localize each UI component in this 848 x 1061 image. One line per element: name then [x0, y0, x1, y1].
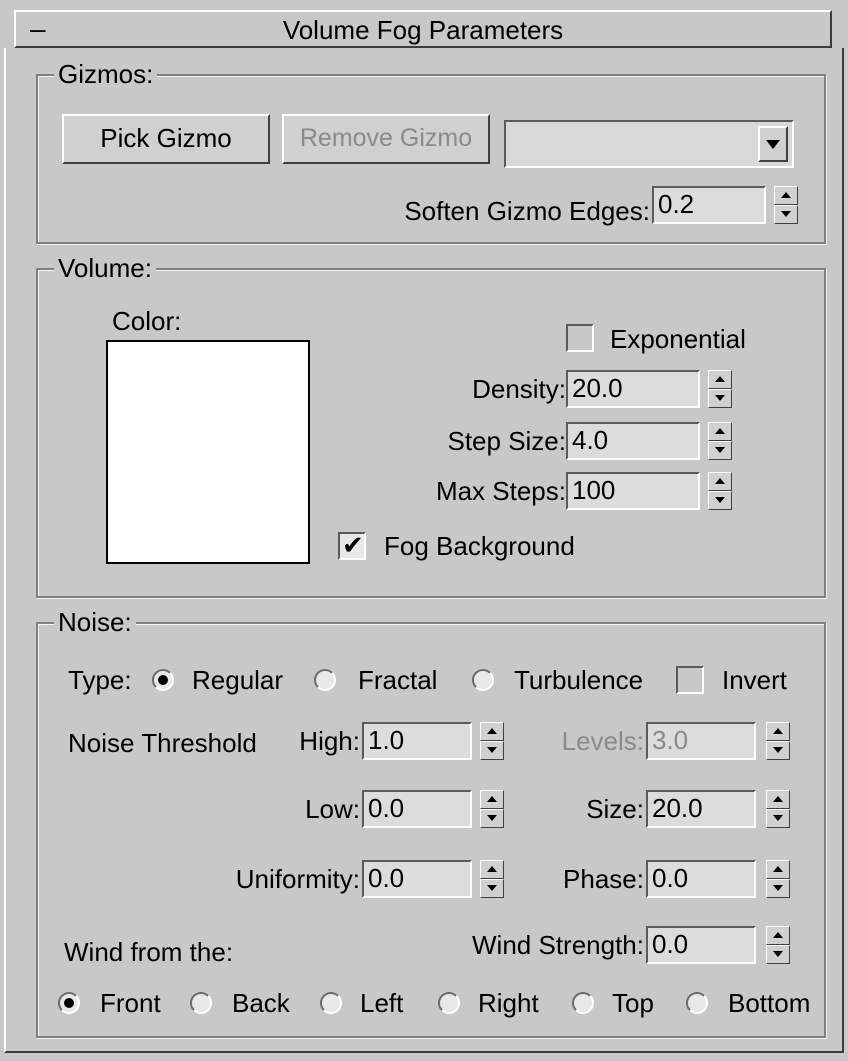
spinner-down-icon[interactable] — [708, 441, 732, 460]
wind-strength-field[interactable]: 0.0 — [646, 926, 756, 964]
spinner-up-icon[interactable] — [480, 722, 504, 741]
spinner-down-icon[interactable] — [708, 389, 732, 408]
wind-bottom-label: Bottom — [728, 988, 811, 1018]
wind-strength-label: Wind Strength: — [472, 930, 644, 960]
noise-type-fractal-label: Fractal — [358, 665, 438, 695]
wind-strength-spinner[interactable] — [766, 926, 790, 964]
wind-right-radio[interactable] — [438, 992, 460, 1014]
remove-gizmo-button[interactable]: Remove Gizmo — [282, 114, 490, 164]
rollout-title: Volume Fog Parameters — [282, 15, 564, 45]
volume-group-label: Volume: — [54, 252, 156, 284]
wind-back-label: Back — [232, 988, 290, 1018]
wind-top-label: Top — [612, 988, 654, 1018]
spinner-up-icon[interactable] — [480, 790, 504, 809]
high-spinner[interactable] — [480, 722, 504, 760]
invert-checkbox[interactable] — [676, 666, 704, 694]
phase-spinner[interactable] — [766, 860, 790, 898]
size-field[interactable]: 20.0 — [646, 790, 756, 828]
max-steps-field[interactable]: 100 — [566, 472, 700, 510]
noise-type-fractal-radio[interactable] — [314, 669, 336, 691]
spinner-up-icon[interactable] — [708, 370, 732, 389]
spinner-up-icon[interactable] — [480, 860, 504, 879]
spinner-up-icon[interactable] — [766, 860, 790, 879]
noise-type-label: Type: — [68, 665, 132, 695]
fog-background-label: Fog Background — [384, 531, 575, 561]
color-label: Color: — [112, 306, 182, 336]
pick-gizmo-button[interactable]: Pick Gizmo — [62, 114, 270, 164]
chevron-down-icon[interactable] — [758, 126, 788, 162]
phase-field[interactable]: 0.0 — [646, 860, 756, 898]
wind-left-label: Left — [360, 988, 404, 1018]
step-size-field[interactable]: 4.0 — [566, 422, 700, 460]
exponential-label: Exponential — [610, 324, 746, 354]
spinner-down-icon[interactable] — [480, 741, 504, 760]
uniformity-spinner[interactable] — [480, 860, 504, 898]
spinner-up-icon[interactable] — [708, 472, 732, 491]
spinner-down-icon[interactable] — [766, 945, 790, 964]
spinner-down-icon[interactable] — [480, 809, 504, 828]
density-field[interactable]: 20.0 — [566, 370, 700, 408]
step-size-label: Step Size: — [447, 426, 566, 456]
gizmo-dropdown[interactable] — [504, 120, 794, 168]
gizmos-group-label: Gizmos: — [54, 58, 158, 90]
spinner-up-icon[interactable] — [766, 926, 790, 945]
density-label: Density: — [472, 374, 566, 404]
max-steps-spinner[interactable] — [708, 472, 732, 510]
wind-from-label: Wind from the: — [64, 937, 234, 967]
noise-type-turbulence-radio[interactable] — [472, 669, 494, 691]
invert-label: Invert — [722, 665, 788, 695]
spinner-down-icon[interactable] — [708, 491, 732, 510]
spinner-down-icon[interactable] — [766, 741, 790, 760]
spinner-down-icon[interactable] — [774, 205, 798, 224]
spinner-up-icon[interactable] — [766, 790, 790, 809]
phase-label: Phase: — [563, 864, 644, 894]
noise-type-turbulence-label: Turbulence — [514, 665, 644, 695]
levels-label: Levels: — [561, 726, 644, 756]
spinner-down-icon[interactable] — [480, 879, 504, 898]
density-spinner[interactable] — [708, 370, 732, 408]
wind-right-label: Right — [478, 988, 539, 1018]
rollout-header[interactable]: – Volume Fog Parameters — [14, 10, 832, 48]
fog-background-checkbox[interactable]: ✔ — [338, 530, 366, 560]
wind-bottom-radio[interactable] — [686, 992, 708, 1014]
high-field[interactable]: 1.0 — [362, 722, 472, 760]
soften-gizmo-edges-field[interactable]: 0.2 — [652, 186, 766, 224]
low-label: Low: — [305, 794, 360, 824]
noise-group-label: Noise: — [54, 606, 136, 638]
spinner-down-icon[interactable] — [766, 879, 790, 898]
uniformity-label: Uniformity: — [235, 864, 360, 894]
size-spinner[interactable] — [766, 790, 790, 828]
levels-field[interactable]: 3.0 — [646, 722, 756, 760]
step-size-spinner[interactable] — [708, 422, 732, 460]
soften-gizmo-edges-label: Soften Gizmo Edges: — [404, 196, 650, 226]
noise-threshold-label: Noise Threshold — [68, 728, 257, 758]
wind-front-radio[interactable] — [58, 992, 80, 1014]
size-label: Size: — [586, 794, 644, 824]
noise-type-regular-radio[interactable] — [152, 669, 174, 691]
exponential-checkbox[interactable] — [566, 324, 594, 352]
noise-type-regular-label: Regular — [192, 665, 284, 695]
high-label: High: — [299, 726, 360, 756]
checkmark-icon: ✔ — [342, 530, 364, 560]
spinner-up-icon[interactable] — [774, 186, 798, 205]
wind-left-radio[interactable] — [320, 992, 342, 1014]
max-steps-label: Max Steps: — [435, 476, 566, 506]
spinner-up-icon[interactable] — [766, 722, 790, 741]
low-spinner[interactable] — [480, 790, 504, 828]
low-field[interactable]: 0.0 — [362, 790, 472, 828]
spinner-down-icon[interactable] — [766, 809, 790, 828]
wind-front-label: Front — [100, 988, 161, 1018]
uniformity-field[interactable]: 0.0 — [362, 860, 472, 898]
wind-back-radio[interactable] — [190, 992, 212, 1014]
spinner-up-icon[interactable] — [708, 422, 732, 441]
soften-gizmo-edges-spinner[interactable] — [774, 186, 798, 224]
levels-spinner[interactable] — [766, 722, 790, 760]
color-swatch[interactable] — [106, 340, 310, 564]
wind-top-radio[interactable] — [572, 992, 594, 1014]
